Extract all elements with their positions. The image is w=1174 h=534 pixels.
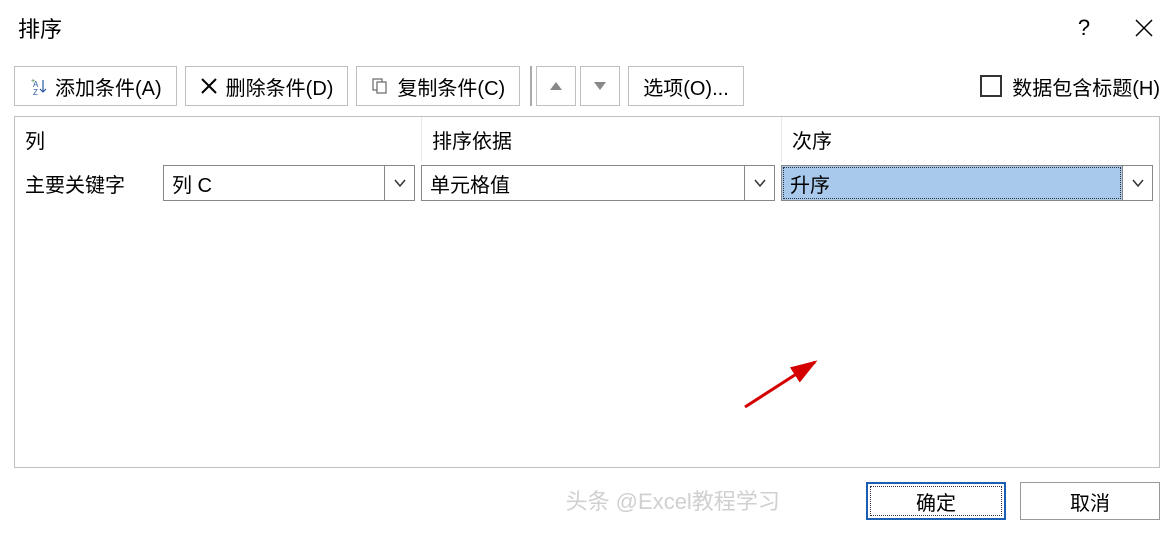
sorton-combo-value: 单元格值 [422,166,744,200]
help-button[interactable]: ? [1054,0,1114,56]
column-combo[interactable]: 列 C [163,165,415,201]
options-button[interactable]: 选项(O)... [628,66,744,106]
chevron-down-icon [1122,166,1152,200]
header-sorton: 排序依据 [421,117,781,162]
annotation-arrow-icon [735,357,835,417]
copy-level-label: 复制条件(C) [397,72,505,101]
dialog-footer: 确定 取消 [0,468,1174,534]
copy-level-button[interactable]: 复制条件(C) [356,66,520,106]
header-checkbox[interactable]: 数据包含标题(H) [980,72,1160,101]
copy-icon [371,77,389,95]
delete-level-button[interactable]: 删除条件(D) [185,66,349,106]
row-key-label: 主要关键字 [15,169,163,198]
order-combo[interactable]: 升序 [781,165,1153,201]
sort-dialog: 排序 ? + A Z 添加条件(A) [0,0,1174,534]
move-down-button[interactable] [580,66,620,106]
column-combo-value: 列 C [164,166,384,200]
header-checkbox-label: 数据包含标题(H) [1012,72,1160,101]
order-combo-value: 升序 [782,166,1122,200]
delete-level-label: 删除条件(D) [226,72,334,101]
add-level-button[interactable]: + A Z 添加条件(A) [14,66,177,106]
chevron-up-icon [549,81,563,91]
sorton-combo[interactable]: 单元格值 [421,165,775,201]
chevron-down-icon [744,166,774,200]
delete-icon [200,77,218,95]
move-up-button[interactable] [536,66,576,106]
options-label: 选项(O)... [643,72,729,101]
close-button[interactable] [1114,0,1174,56]
ok-label: 确定 [916,487,956,516]
chevron-down-icon [384,166,414,200]
checkbox-icon [980,75,1002,97]
header-order: 次序 [781,117,1159,162]
sort-grid: 列 排序依据 次序 主要关键字 列 C 单元格值 升序 [14,116,1160,468]
chevron-down-icon [593,81,607,91]
cancel-label: 取消 [1070,487,1110,516]
cancel-button[interactable]: 取消 [1020,482,1160,520]
sort-level-row: 主要关键字 列 C 单元格值 升序 [15,162,1159,204]
dialog-title: 排序 [18,12,1054,44]
toolbar: + A Z 添加条件(A) 删除条件(D) [0,56,1174,116]
add-level-label: 添加条件(A) [55,72,162,101]
move-group [530,66,620,106]
ok-button[interactable]: 确定 [866,482,1006,520]
add-sort-icon: + A Z [29,76,47,96]
titlebar: 排序 ? [0,0,1174,56]
close-icon [1135,19,1153,37]
svg-text:Z: Z [33,88,38,96]
header-column: 列 [15,117,421,162]
grid-header: 列 排序依据 次序 [15,117,1159,162]
